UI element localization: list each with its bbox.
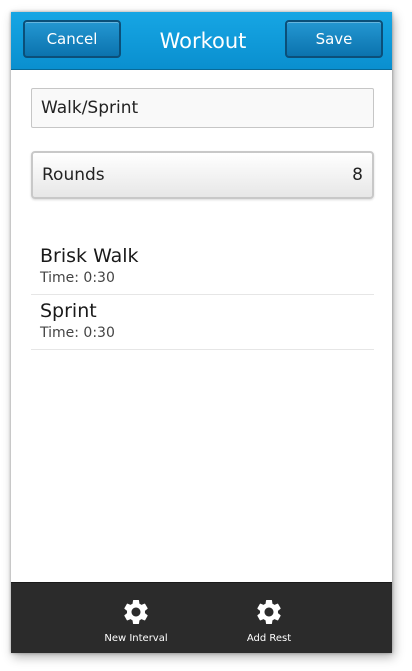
rounds-value: 8 [352, 165, 363, 185]
list-item[interactable]: Brisk Walk Time: 0:30 [31, 240, 374, 295]
new-interval-label: New Interval [104, 633, 168, 644]
page-title: Workout [159, 28, 247, 53]
cancel-button[interactable]: Cancel [23, 20, 121, 58]
rounds-selector[interactable]: Rounds 8 [31, 151, 374, 199]
interval-list: Brisk Walk Time: 0:30 Sprint Time: 0:30 [31, 240, 374, 350]
app-screen: Cancel Workout Save Walk/Sprint Rounds 8… [11, 12, 392, 653]
interval-time: Time: 0:30 [40, 325, 115, 341]
interval-title: Sprint [40, 300, 97, 322]
save-button[interactable]: Save [285, 20, 383, 58]
add-rest-button[interactable]: Add Rest [209, 583, 329, 653]
rounds-label: Rounds [42, 165, 105, 185]
interval-title: Brisk Walk [40, 245, 139, 267]
interval-time: Time: 0:30 [40, 270, 115, 286]
title-bar: Cancel Workout Save [11, 12, 392, 70]
list-item[interactable]: Sprint Time: 0:30 [31, 295, 374, 350]
workout-name-field[interactable]: Walk/Sprint [31, 88, 374, 128]
gear-icon [257, 600, 281, 624]
gear-icon [124, 600, 148, 624]
add-rest-label: Add Rest [246, 633, 292, 644]
action-bar: New Interval Add Rest [11, 582, 392, 653]
new-interval-button[interactable]: New Interval [76, 583, 196, 653]
